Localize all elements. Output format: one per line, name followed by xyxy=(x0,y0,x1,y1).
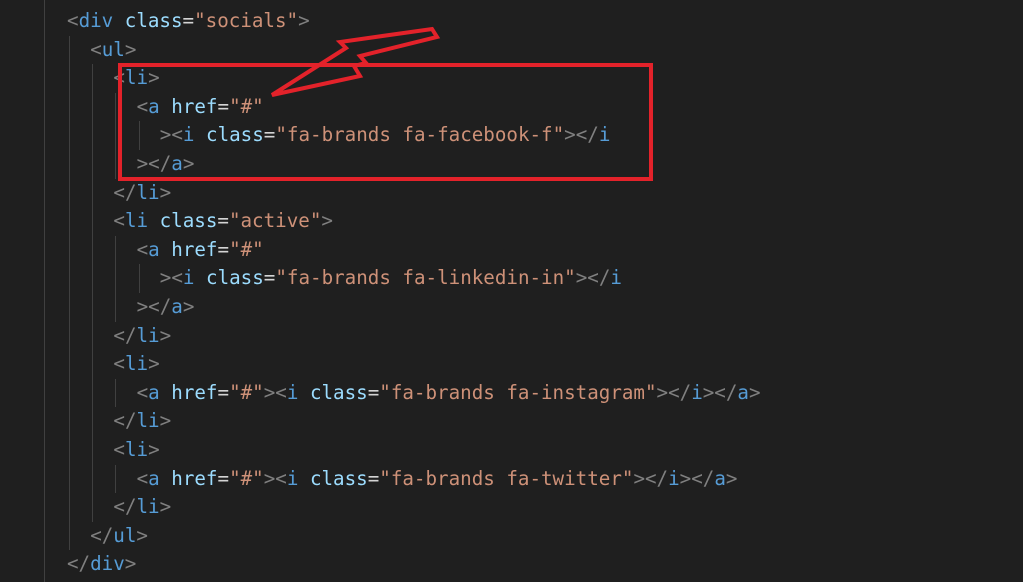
arrow-shape xyxy=(270,26,441,97)
annotation-arrow-icon xyxy=(270,26,441,97)
code-editor[interactable]: <div class="socials"> <ul> <li> <a href="#"… xyxy=(0,0,1023,582)
